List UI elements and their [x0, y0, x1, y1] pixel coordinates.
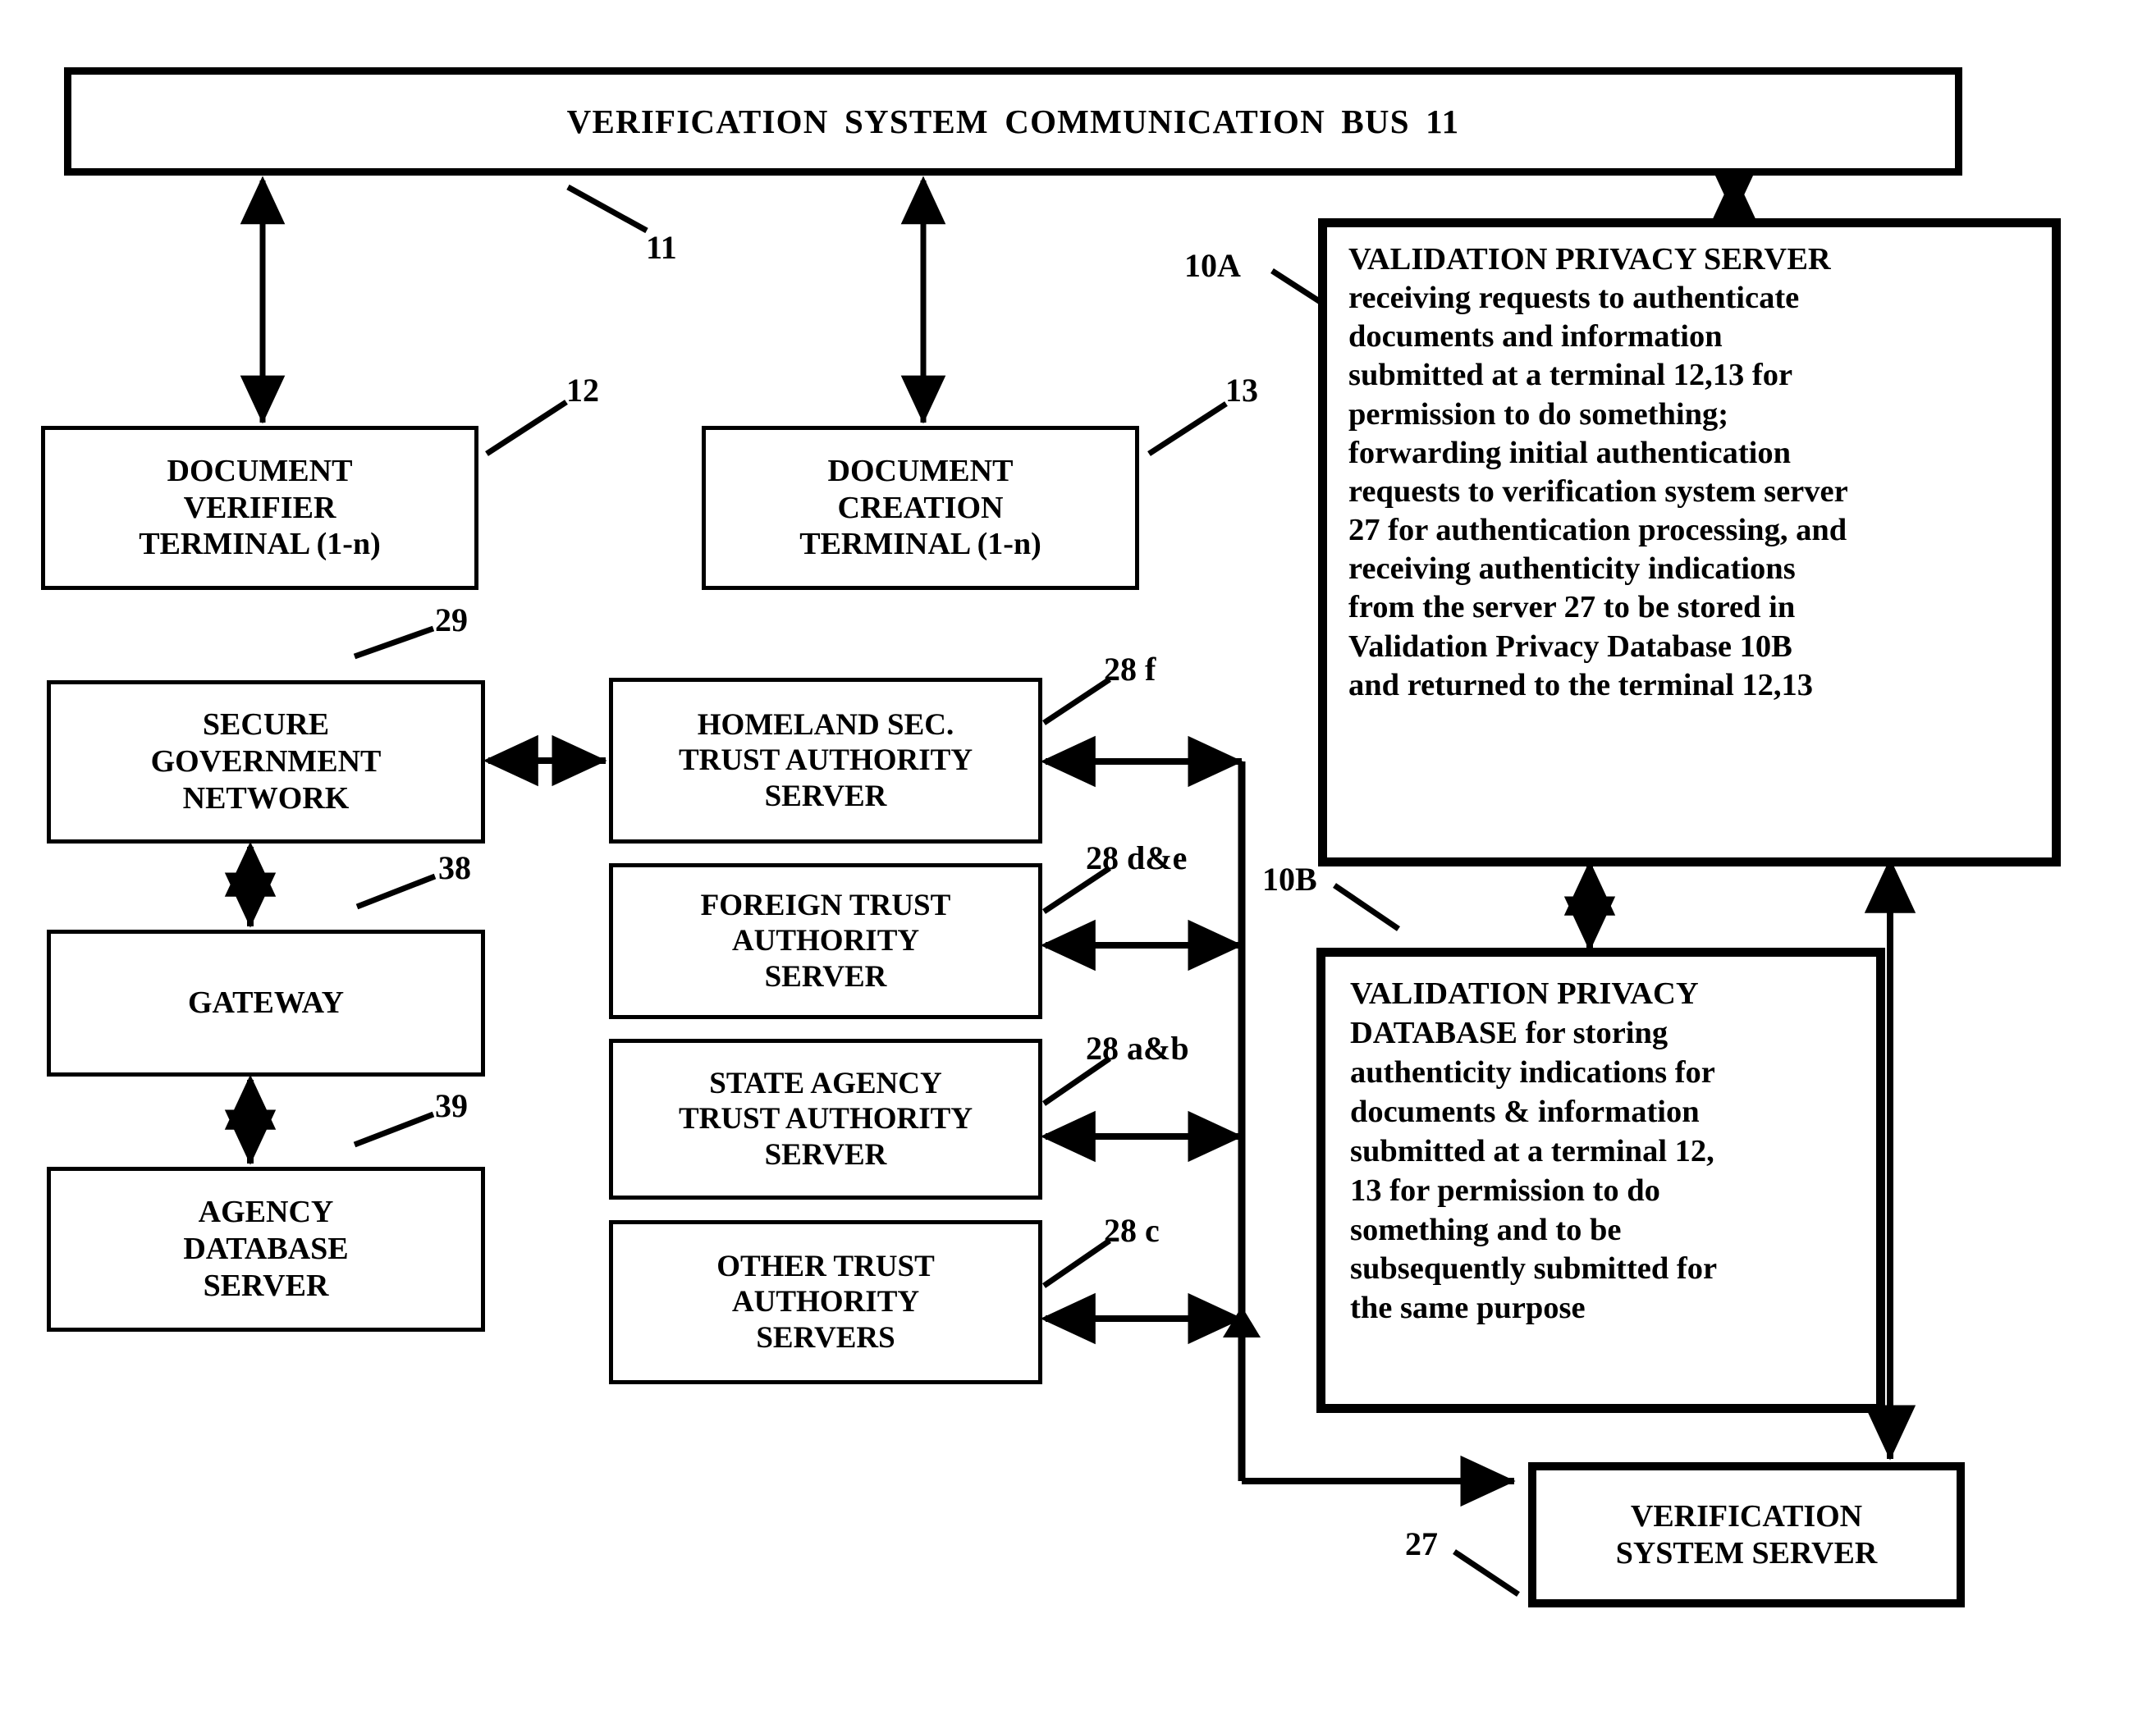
- ref-label-11: 11: [646, 229, 677, 266]
- leader-line-10A: [1270, 268, 1325, 306]
- ref-label-38: 38: [438, 849, 471, 886]
- figure-canvas: VERIFICATION SYSTEM COMMUNICATION BUS 11…: [0, 0, 2156, 1710]
- ref-label-10B: 10B: [1262, 861, 1317, 898]
- leader-line-39: [353, 1111, 435, 1148]
- leader-line-29: [353, 625, 435, 660]
- ref-label-12: 12: [566, 372, 599, 409]
- ref-label-29: 29: [435, 601, 468, 638]
- ref-label-28f: 28 f: [1104, 651, 1156, 688]
- ref-label-27: 27: [1405, 1525, 1438, 1562]
- leader-line-12: [485, 400, 568, 456]
- ref-label-39: 39: [435, 1087, 468, 1124]
- leader-line-10B: [1333, 883, 1400, 931]
- leader-line-13: [1147, 401, 1228, 456]
- leader-line-28c: [1042, 1238, 1111, 1288]
- leader-line-28f: [1042, 677, 1111, 725]
- leader-line-11: [566, 184, 648, 234]
- ref-label-28ab: 28 a&b: [1086, 1030, 1189, 1067]
- leader-line-38: [355, 873, 437, 910]
- ref-label-28c: 28 c: [1104, 1212, 1160, 1249]
- leader-line-layer: [0, 0, 2156, 1710]
- ref-label-10A: 10A: [1184, 247, 1241, 284]
- ref-label-28de: 28 d&e: [1086, 839, 1188, 876]
- leader-line-27: [1453, 1549, 1520, 1597]
- ref-label-13: 13: [1225, 372, 1258, 409]
